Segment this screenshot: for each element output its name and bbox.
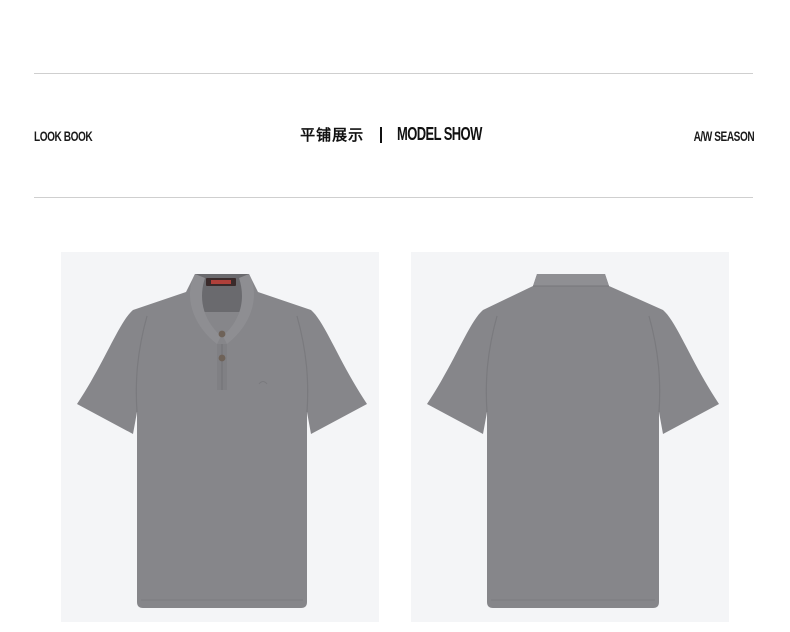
title-separator	[380, 126, 383, 143]
season-label: A/W SEASON	[693, 128, 754, 144]
bottom-divider	[34, 197, 753, 198]
top-divider	[34, 73, 753, 74]
title-en: MODEL SHOW	[397, 124, 482, 144]
product-image-front[interactable]	[61, 252, 379, 622]
title-cn: 平铺展示	[300, 126, 365, 144]
section-title: 平铺展示 MODEL SHOW	[0, 124, 790, 145]
polo-shirt-front-icon	[77, 274, 367, 608]
polo-shirt-back-icon	[427, 274, 719, 608]
product-image-back[interactable]	[411, 252, 729, 622]
